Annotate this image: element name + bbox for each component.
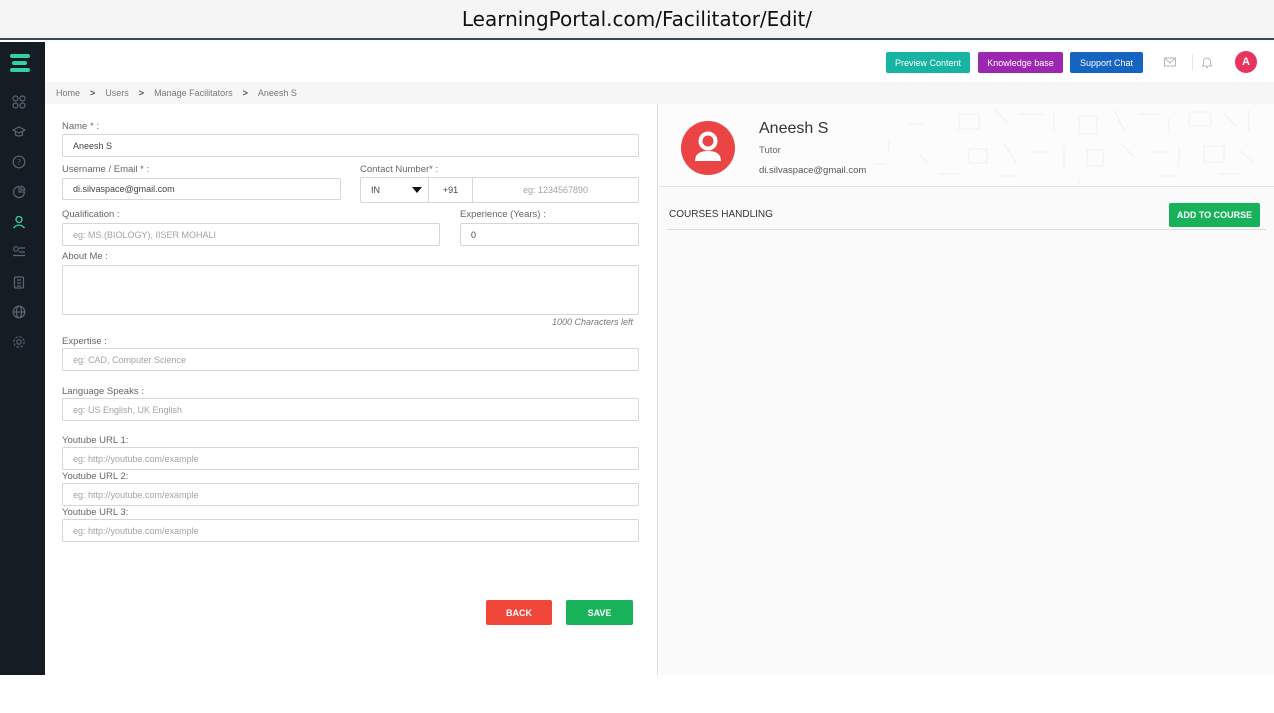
- email-label: Username / Email * :: [62, 164, 150, 175]
- name-label: Name * :: [62, 121, 99, 132]
- country-select[interactable]: IN: [361, 178, 429, 202]
- breadcrumb-current: Aneesh S: [257, 88, 297, 98]
- user-icon: [695, 131, 721, 161]
- breadcrumb-manage-facilitators[interactable]: Manage Facilitators: [154, 88, 233, 98]
- youtube-url-1-field[interactable]: eg: http://youtube.com/example: [62, 447, 639, 470]
- contact-label: Contact Number* :: [360, 164, 439, 175]
- sidebar: ?: [0, 42, 45, 675]
- bell-icon[interactable]: [1200, 55, 1214, 69]
- save-button[interactable]: SAVE: [566, 600, 633, 625]
- preview-content-button[interactable]: Preview Content: [886, 52, 970, 73]
- qualification-label: Qualification :: [62, 209, 120, 220]
- name-field[interactable]: Aneesh S: [62, 134, 639, 157]
- profile-avatar: [681, 121, 735, 175]
- courses-divider: [667, 229, 1266, 230]
- expertise-label: Expertise :: [62, 336, 107, 347]
- about-textarea[interactable]: [62, 265, 639, 315]
- user-avatar[interactable]: A: [1235, 51, 1257, 73]
- youtube-url-1-label: Youtube URL 1:: [62, 435, 129, 446]
- dial-code: +91: [429, 178, 473, 202]
- knowledge-base-button[interactable]: Knowledge base: [978, 52, 1063, 73]
- profile-email: di.silvaspace@gmail.com: [759, 165, 867, 176]
- courses-icon[interactable]: [11, 125, 27, 139]
- app-window: ? Preview Content Knowledge base Support…: [0, 42, 1274, 675]
- about-label: About Me :: [62, 251, 108, 262]
- experience-field[interactable]: 0: [460, 223, 639, 246]
- chevron-right-icon: >: [138, 88, 145, 98]
- chevron-right-icon: >: [242, 88, 248, 98]
- top-bar: Preview Content Knowledge base Support C…: [45, 42, 1274, 82]
- breadcrumb-home[interactable]: Home: [56, 88, 80, 98]
- browser-url[interactable]: LearningPortal.com/Facilitator/Edit/: [0, 0, 1274, 40]
- chevron-right-icon: >: [90, 88, 96, 98]
- header-pattern: [874, 108, 1254, 184]
- reports-icon[interactable]: [12, 185, 26, 199]
- add-to-course-button[interactable]: ADD TO COURSE: [1169, 203, 1260, 227]
- settings-icon[interactable]: [12, 335, 26, 349]
- svg-text:?: ?: [17, 158, 21, 167]
- breadcrumb: Home > Users > Manage Facilitators > Ane…: [45, 82, 1274, 104]
- dashboard-icon[interactable]: [12, 95, 26, 109]
- youtube-url-3-label: Youtube URL 3:: [62, 507, 129, 518]
- caret-down-icon: [412, 187, 422, 193]
- expertise-field[interactable]: eg: CAD, Computer Science: [62, 348, 639, 371]
- globe-icon[interactable]: [12, 305, 26, 319]
- phone-input[interactable]: eg: 1234567890: [473, 178, 638, 202]
- contact-number-group: IN +91 eg: 1234567890: [360, 177, 639, 203]
- profile-role: Tutor: [759, 145, 781, 156]
- youtube-url-3-field[interactable]: eg: http://youtube.com/example: [62, 519, 639, 542]
- language-label: Language Speaks :: [62, 386, 144, 397]
- about-char-counter: 1000 Characters left: [552, 317, 634, 327]
- mail-icon[interactable]: [1163, 55, 1177, 69]
- help-icon[interactable]: ?: [12, 155, 26, 169]
- facilitator-form: Name * : Aneesh S Username / Email * : d…: [45, 104, 658, 675]
- email-field[interactable]: di.silvaspace@gmail.com: [62, 178, 341, 200]
- experience-label: Experience (Years) :: [460, 209, 546, 220]
- clipboard-icon[interactable]: [12, 275, 26, 289]
- logo-icon[interactable]: [10, 54, 30, 72]
- youtube-url-2-field[interactable]: eg: http://youtube.com/example: [62, 483, 639, 506]
- profile-panel: Aneesh S Tutor di.silvaspace@gmail.com C…: [659, 104, 1274, 675]
- support-chat-button[interactable]: Support Chat: [1070, 52, 1143, 73]
- back-button[interactable]: BACK: [486, 600, 552, 625]
- profile-header: Aneesh S Tutor di.silvaspace@gmail.com: [659, 104, 1274, 187]
- qualification-field[interactable]: eg: MS.(BIOLOGY), IISER MOHALI: [62, 223, 440, 246]
- language-field[interactable]: eg: US English, UK English: [62, 398, 639, 421]
- content-icon[interactable]: [12, 245, 26, 259]
- profile-name: Aneesh S: [759, 120, 829, 137]
- youtube-url-2-label: Youtube URL 2:: [62, 471, 129, 482]
- country-value: IN: [371, 185, 380, 195]
- users-icon[interactable]: [12, 215, 26, 229]
- topbar-divider: [1192, 54, 1193, 70]
- courses-handling-title: COURSES HANDLING: [669, 209, 773, 220]
- breadcrumb-users[interactable]: Users: [105, 88, 129, 98]
